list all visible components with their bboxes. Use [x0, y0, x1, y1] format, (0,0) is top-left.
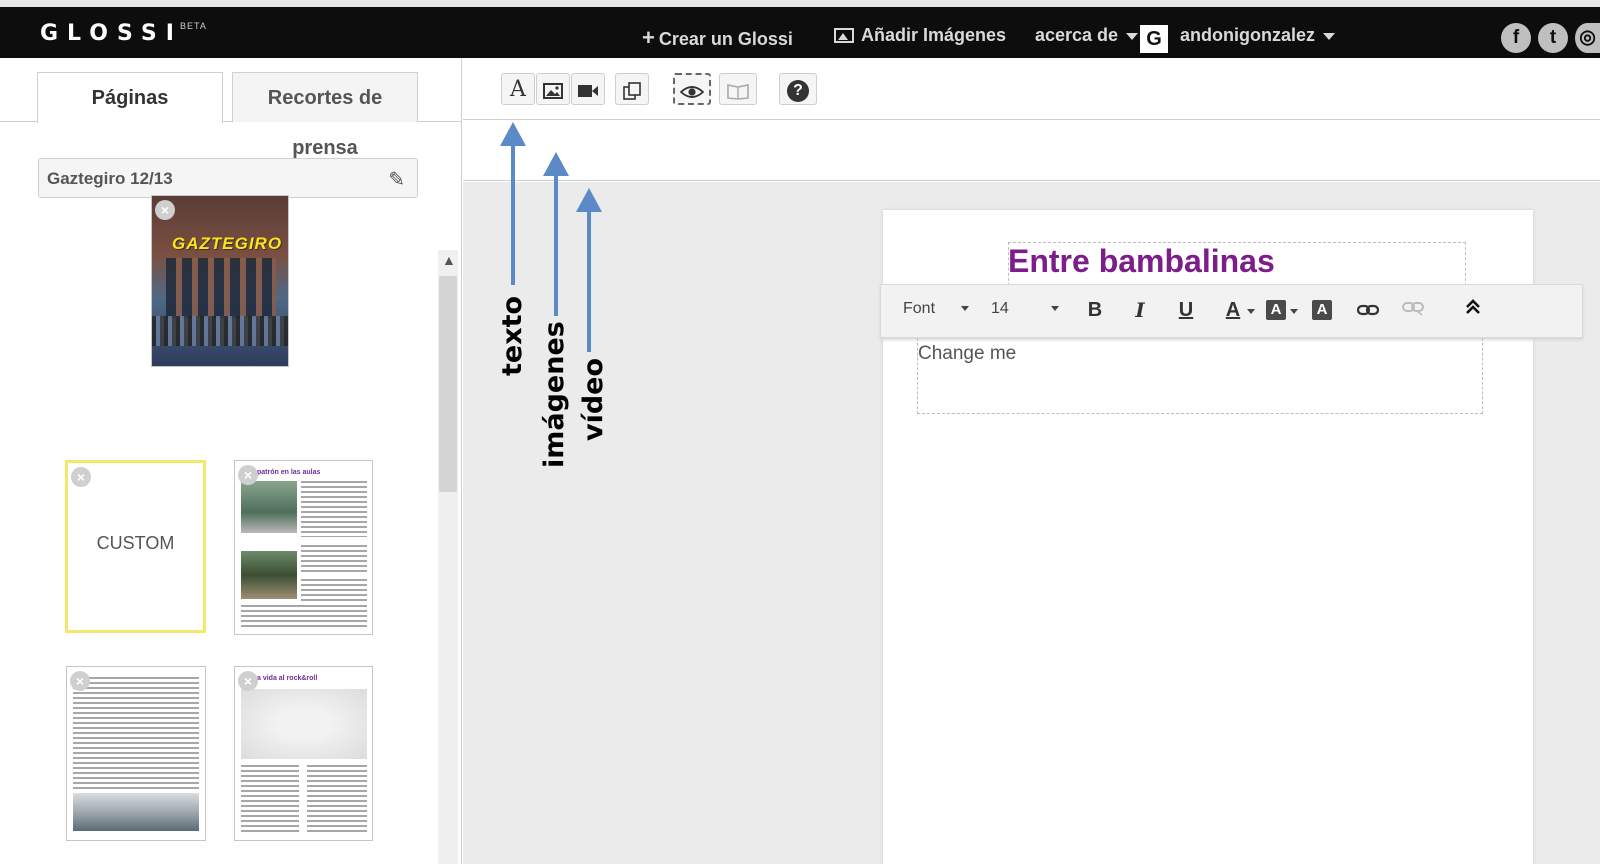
- unlink-button[interactable]: [1401, 297, 1425, 323]
- video-icon: [578, 85, 598, 98]
- user-avatar[interactable]: G: [1140, 25, 1168, 53]
- chevron-down-icon: [1051, 306, 1060, 312]
- tab-pages[interactable]: Páginas: [37, 72, 223, 123]
- page-thumbnail-custom[interactable]: × CUSTOM: [65, 460, 206, 633]
- annotation-video: vídeo: [578, 357, 609, 441]
- page-thumbnail-2[interactable]: patrón en las aulas ×: [234, 460, 373, 635]
- beta-badge: BETA: [180, 21, 207, 31]
- custom-page-label: CUSTOM: [96, 533, 175, 553]
- duplicate-button[interactable]: [615, 73, 649, 105]
- book-view-button[interactable]: [719, 73, 757, 105]
- delete-page-icon[interactable]: ×: [238, 465, 258, 485]
- page-thumbnail-4[interactable]: a vida al rock&roll ×: [234, 666, 373, 841]
- double-chevron-up-icon: [1466, 299, 1480, 314]
- secondary-toolbar: [463, 121, 1600, 181]
- chevron-down-icon[interactable]: [1247, 309, 1255, 314]
- thumbnail-text: [241, 765, 299, 833]
- add-images-link[interactable]: Añadir Imágenes: [834, 25, 1006, 46]
- text-tool-button[interactable]: A: [501, 73, 535, 105]
- image-icon: [543, 83, 563, 100]
- delete-page-icon[interactable]: ×: [155, 200, 175, 220]
- thumbnail-text: [241, 605, 367, 627]
- preview-button[interactable]: [673, 73, 711, 105]
- thumbnail-photo: [241, 551, 297, 599]
- image-tool-button[interactable]: [536, 73, 570, 105]
- annotation-imagenes: imágenes: [539, 321, 570, 468]
- chevron-up-icon[interactable]: ▲: [442, 252, 456, 268]
- book-title: Gaztegiro 12/13: [47, 169, 173, 188]
- thumbnail-photo: [241, 481, 297, 533]
- annotation-texto: texto: [497, 295, 528, 376]
- link-button[interactable]: [1356, 297, 1380, 323]
- pencil-icon[interactable]: ✎: [388, 167, 405, 192]
- book-title-field[interactable]: Gaztegiro 12/13 ✎: [38, 158, 418, 198]
- glossi-logo[interactable]: GLOSSI: [40, 21, 183, 46]
- instagram-icon[interactable]: ◎: [1575, 23, 1600, 53]
- cover-photo-people: [152, 316, 288, 346]
- help-icon: ?: [787, 80, 809, 103]
- italic-button[interactable]: I: [1128, 297, 1152, 323]
- body-textbox[interactable]: Change me: [918, 343, 1016, 365]
- help-button[interactable]: ?: [779, 73, 817, 105]
- video-tool-button[interactable]: [571, 73, 605, 105]
- thumbnail-heading: a vida al rock&roll: [257, 675, 318, 682]
- thumbnail-text: [301, 481, 367, 537]
- chevron-down-icon: [961, 306, 970, 312]
- scrollbar-thumb[interactable]: [439, 276, 457, 492]
- background-color-button[interactable]: A: [1266, 300, 1286, 320]
- delete-page-icon[interactable]: ×: [70, 671, 90, 691]
- thumbnail-heading: patrón en las aulas: [257, 469, 321, 476]
- twitter-icon[interactable]: t: [1538, 23, 1568, 53]
- create-glossi-link[interactable]: + Crear un Glossi: [642, 25, 793, 51]
- link-icon: [1356, 304, 1380, 316]
- pages-scrollbar[interactable]: ▲: [438, 250, 458, 864]
- font-family-select[interactable]: Font: [903, 300, 970, 318]
- bold-button[interactable]: B: [1083, 297, 1107, 323]
- chevron-down-icon: [1323, 32, 1335, 40]
- editor-toolbar: A ?: [463, 58, 1600, 120]
- about-menu[interactable]: acerca de: [1035, 25, 1139, 46]
- cover-photo-building: [166, 258, 276, 318]
- cover-title: GAZTEGIRO: [172, 234, 283, 253]
- plus-icon: +: [642, 25, 655, 50]
- thumbnail-text: [307, 765, 367, 833]
- underline-button[interactable]: U: [1174, 297, 1198, 323]
- font-color-button[interactable]: A: [1221, 297, 1245, 323]
- thumbnail-text: [73, 677, 199, 789]
- page-thumbnail-cover[interactable]: GAZTEGIRO ×: [151, 195, 289, 367]
- copy-icon: [623, 82, 641, 101]
- collapse-toolbar-button[interactable]: [1461, 297, 1485, 323]
- chevron-down-icon: [1126, 32, 1139, 40]
- image-icon: [834, 28, 854, 43]
- book-icon: [727, 84, 749, 101]
- page-thumbnail-3[interactable]: ×: [66, 666, 206, 841]
- user-menu[interactable]: andonigonzalez: [1180, 25, 1335, 46]
- thumbnail-text: [301, 545, 367, 573]
- page-heading[interactable]: Entre bambalinas: [1008, 243, 1275, 280]
- font-size-select[interactable]: 14: [991, 300, 1060, 318]
- thumbnail-text: [301, 579, 367, 603]
- tab-press-clippings[interactable]: Recortes de prensa: [232, 72, 418, 159]
- top-navbar: GLOSSI BETA + Crear un Glossi Añadir Imág…: [0, 0, 1600, 58]
- rich-text-toolbar: Font 14 B I U A A A: [880, 284, 1583, 338]
- facebook-icon[interactable]: f: [1501, 23, 1531, 53]
- thumbnail-photo: [73, 793, 199, 831]
- delete-page-icon[interactable]: ×: [71, 467, 91, 487]
- chevron-down-icon[interactable]: [1290, 309, 1298, 314]
- clear-format-button[interactable]: A: [1312, 300, 1332, 320]
- eye-icon: [679, 86, 705, 99]
- unlink-icon: [1402, 302, 1424, 316]
- thumbnail-video-placeholder: [241, 689, 367, 759]
- delete-page-icon[interactable]: ×: [238, 671, 258, 691]
